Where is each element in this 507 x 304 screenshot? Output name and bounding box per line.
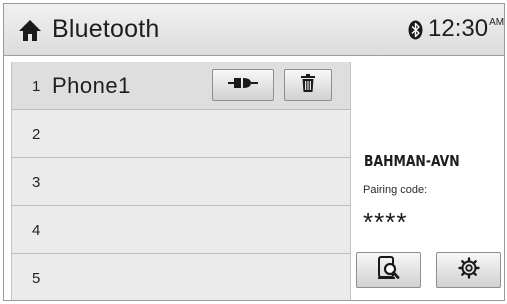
row-number: 5 <box>32 270 41 287</box>
connect-button[interactable] <box>212 69 274 101</box>
bluetooth-icon <box>408 20 423 40</box>
device-row-5[interactable]: 5 <box>12 254 350 300</box>
row-number: 3 <box>32 174 41 191</box>
row-number: 1 <box>32 78 41 95</box>
row-number: 2 <box>32 126 41 143</box>
page-title: Bluetooth <box>52 15 160 43</box>
trash-icon <box>301 73 315 97</box>
device-name: Phone1 <box>52 73 131 98</box>
clock-time: 12:30 <box>428 15 489 42</box>
clock-ampm: AM <box>489 17 505 28</box>
pairing-code-value: **** <box>363 207 408 237</box>
device-row-3[interactable]: 3 <box>12 158 350 206</box>
device-row-2[interactable]: 2 <box>12 110 350 158</box>
local-device-name: BAHMAN-AVN <box>364 152 460 170</box>
connect-icon <box>227 76 259 95</box>
search-devices-button[interactable] <box>356 252 421 288</box>
device-row-1[interactable]: 1 Phone1 <box>12 62 350 110</box>
home-icon[interactable] <box>18 18 42 42</box>
clock: 12:30AM <box>428 15 504 43</box>
pairing-code-label: Pairing code: <box>363 184 428 196</box>
bluetooth-screen: Bluetooth 12:30AM 1 Phone1 2 3 4 5 BAHMA… <box>3 3 505 301</box>
device-list: 1 Phone1 2 3 4 5 <box>11 62 351 300</box>
delete-button[interactable] <box>284 69 332 101</box>
settings-icon <box>457 256 480 284</box>
settings-button[interactable] <box>436 252 501 288</box>
header-bar: Bluetooth 12:30AM <box>4 4 504 56</box>
device-row-4[interactable]: 4 <box>12 206 350 254</box>
search-device-icon <box>377 255 400 285</box>
row-number: 4 <box>32 222 41 239</box>
